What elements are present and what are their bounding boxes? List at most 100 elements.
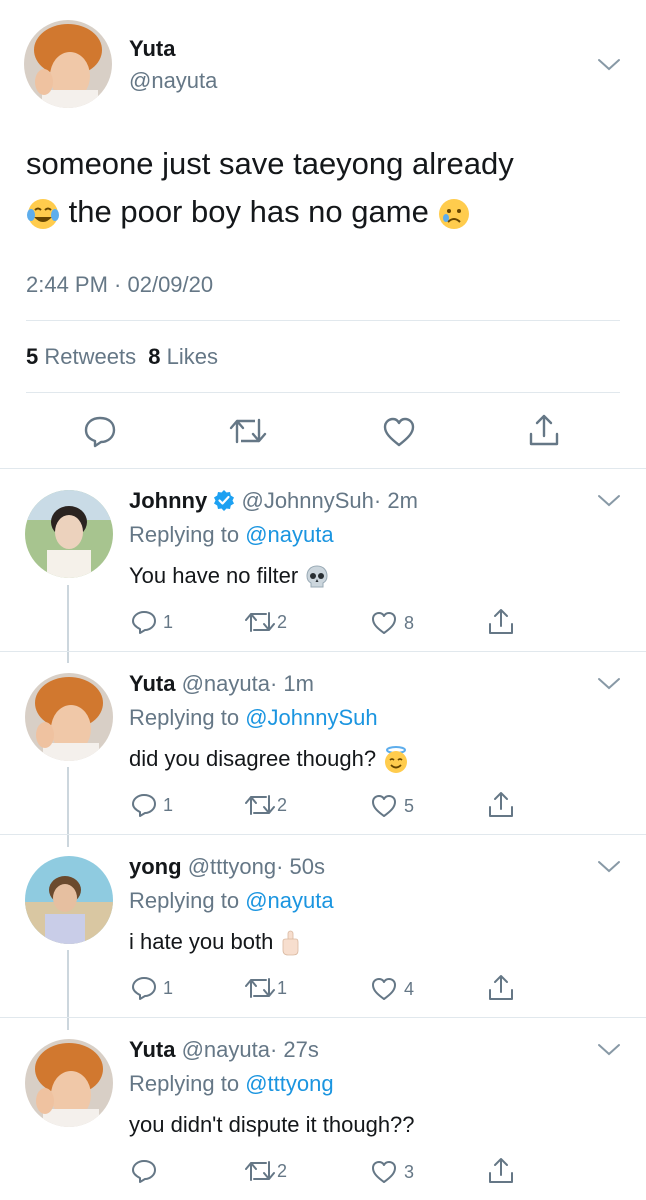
reply-header: Yuta @nayuta· 1m bbox=[129, 671, 314, 697]
replying-to-link[interactable]: @nayuta bbox=[245, 522, 333, 547]
replying-to-link[interactable]: @tttyong bbox=[245, 1071, 333, 1096]
reply-author-handle[interactable]: @nayuta bbox=[182, 1037, 270, 1062]
avatar[interactable] bbox=[25, 856, 113, 944]
reply-author-handle[interactable]: @JohnnySuh bbox=[241, 488, 373, 513]
divider bbox=[0, 1017, 646, 1018]
reply-action[interactable]: 1 bbox=[131, 609, 173, 635]
likes-count[interactable]: 8 bbox=[148, 344, 160, 369]
share-icon[interactable] bbox=[487, 789, 515, 819]
avatar[interactable] bbox=[25, 490, 113, 578]
chevron-down-icon[interactable] bbox=[597, 677, 621, 691]
chevron-down-icon[interactable] bbox=[597, 58, 621, 72]
hand-gesture-emoji-icon bbox=[283, 930, 299, 956]
replying-to-label: Replying to bbox=[129, 705, 240, 730]
avatar[interactable] bbox=[24, 20, 112, 108]
retweet-count: 1 bbox=[277, 977, 288, 998]
reply-author-name[interactable]: Yuta bbox=[129, 1037, 175, 1062]
tweet-timestamp[interactable]: 2:44 PM · 02/09/20 bbox=[26, 272, 213, 298]
retweet-icon bbox=[245, 1161, 275, 1181]
share-icon[interactable] bbox=[487, 1155, 515, 1185]
tweet-text: someone just save taeyong already the po… bbox=[26, 140, 626, 236]
share-icon[interactable] bbox=[487, 606, 515, 636]
reply-count: 1 bbox=[163, 794, 174, 815]
reply-time[interactable]: · 27s bbox=[270, 1037, 319, 1062]
replying-to-label: Replying to bbox=[129, 1071, 240, 1096]
retweet-icon bbox=[245, 978, 275, 998]
reply-author-handle[interactable]: @tttyong bbox=[188, 854, 276, 879]
reply-author-handle[interactable]: @nayuta bbox=[182, 671, 270, 696]
thread-line bbox=[67, 950, 69, 1030]
replying-to-link[interactable]: @JohnnySuh bbox=[245, 705, 377, 730]
reply-header: Yuta @nayuta· 27s bbox=[129, 1037, 319, 1063]
replying-to-label: Replying to bbox=[129, 522, 240, 547]
reply-time[interactable]: · 50s bbox=[276, 854, 325, 879]
author-name[interactable]: Yuta bbox=[129, 36, 175, 62]
reply-author-name[interactable]: Yuta bbox=[129, 671, 175, 696]
tweet-text-line2: the poor boy has no game bbox=[68, 194, 429, 229]
like-icon bbox=[372, 795, 396, 817]
retweet-count: 2 bbox=[277, 611, 288, 632]
retweets-label[interactable]: Retweets bbox=[44, 344, 136, 369]
avatar[interactable] bbox=[25, 1039, 113, 1127]
divider bbox=[26, 392, 620, 393]
reply-icon bbox=[132, 1160, 156, 1183]
reply-author-name[interactable]: Johnny bbox=[129, 488, 207, 513]
reply-text: you didn't dispute it though?? bbox=[129, 1112, 415, 1138]
reply-action[interactable]: 1 bbox=[131, 975, 173, 1001]
retweet-count: 2 bbox=[277, 1160, 288, 1181]
reply-text-content: i hate you both bbox=[129, 929, 274, 954]
retweet-icon bbox=[245, 612, 275, 632]
like-count: 4 bbox=[404, 978, 415, 999]
author-handle[interactable]: @nayuta bbox=[129, 68, 217, 94]
like-action[interactable]: 4 bbox=[370, 976, 414, 1002]
replying-to: Replying to @nayuta bbox=[129, 522, 334, 548]
like-icon bbox=[372, 1161, 396, 1183]
like-action[interactable]: 3 bbox=[370, 1159, 414, 1185]
reply-icon bbox=[132, 977, 156, 1000]
skull-emoji-icon bbox=[306, 565, 328, 588]
reply-time[interactable]: · 2m bbox=[374, 488, 418, 513]
verified-badge-icon bbox=[214, 490, 235, 512]
chevron-down-icon[interactable] bbox=[597, 494, 621, 508]
retweet-action[interactable]: 2 bbox=[243, 793, 287, 817]
like-action[interactable]: 5 bbox=[370, 793, 414, 819]
reply-action[interactable]: 1 bbox=[131, 792, 173, 818]
like-action[interactable]: 8 bbox=[370, 610, 414, 636]
engagement-stats: 5 Retweets 8 Likes bbox=[26, 344, 218, 370]
reply-text-content: You have no filter bbox=[129, 563, 299, 588]
retweet-action[interactable]: 2 bbox=[243, 1159, 287, 1183]
likes-label[interactable]: Likes bbox=[167, 344, 218, 369]
like-icon[interactable] bbox=[382, 416, 416, 448]
reply-header: yong @tttyong· 50s bbox=[129, 854, 325, 880]
reply-count: 1 bbox=[163, 611, 174, 632]
retweet-action[interactable]: 1 bbox=[243, 976, 287, 1000]
replying-to: Replying to @JohnnySuh bbox=[129, 705, 378, 731]
replying-to-link[interactable]: @nayuta bbox=[245, 888, 333, 913]
reply-text: did you disagree though? bbox=[129, 746, 410, 774]
divider bbox=[0, 468, 646, 469]
divider bbox=[0, 651, 646, 652]
retweet-icon[interactable] bbox=[228, 416, 268, 446]
retweet-action[interactable]: 2 bbox=[243, 610, 287, 634]
replying-to: Replying to @nayuta bbox=[129, 888, 334, 914]
chevron-down-icon[interactable] bbox=[597, 860, 621, 874]
reply-count: 1 bbox=[163, 977, 174, 998]
crying-face-emoji-icon bbox=[439, 198, 470, 229]
reply-time[interactable]: · 1m bbox=[270, 671, 314, 696]
like-count: 3 bbox=[404, 1161, 415, 1182]
like-icon bbox=[372, 612, 396, 634]
tears-of-joy-emoji-icon bbox=[27, 198, 59, 229]
chevron-down-icon[interactable] bbox=[597, 1043, 621, 1057]
retweets-count[interactable]: 5 bbox=[26, 344, 38, 369]
reply-author-name[interactable]: yong bbox=[129, 854, 182, 879]
avatar[interactable] bbox=[25, 673, 113, 761]
reply-text-content: you didn't dispute it though?? bbox=[129, 1112, 415, 1137]
reply-text: i hate you both bbox=[129, 929, 301, 957]
share-icon[interactable] bbox=[487, 972, 515, 1002]
reply-header: Johnny @JohnnySuh· 2m bbox=[129, 488, 418, 514]
share-icon[interactable] bbox=[527, 412, 561, 448]
reply-icon[interactable] bbox=[83, 414, 117, 448]
replying-to: Replying to @tttyong bbox=[129, 1071, 334, 1097]
reply-action[interactable] bbox=[131, 1158, 163, 1184]
retweet-icon bbox=[245, 795, 275, 815]
